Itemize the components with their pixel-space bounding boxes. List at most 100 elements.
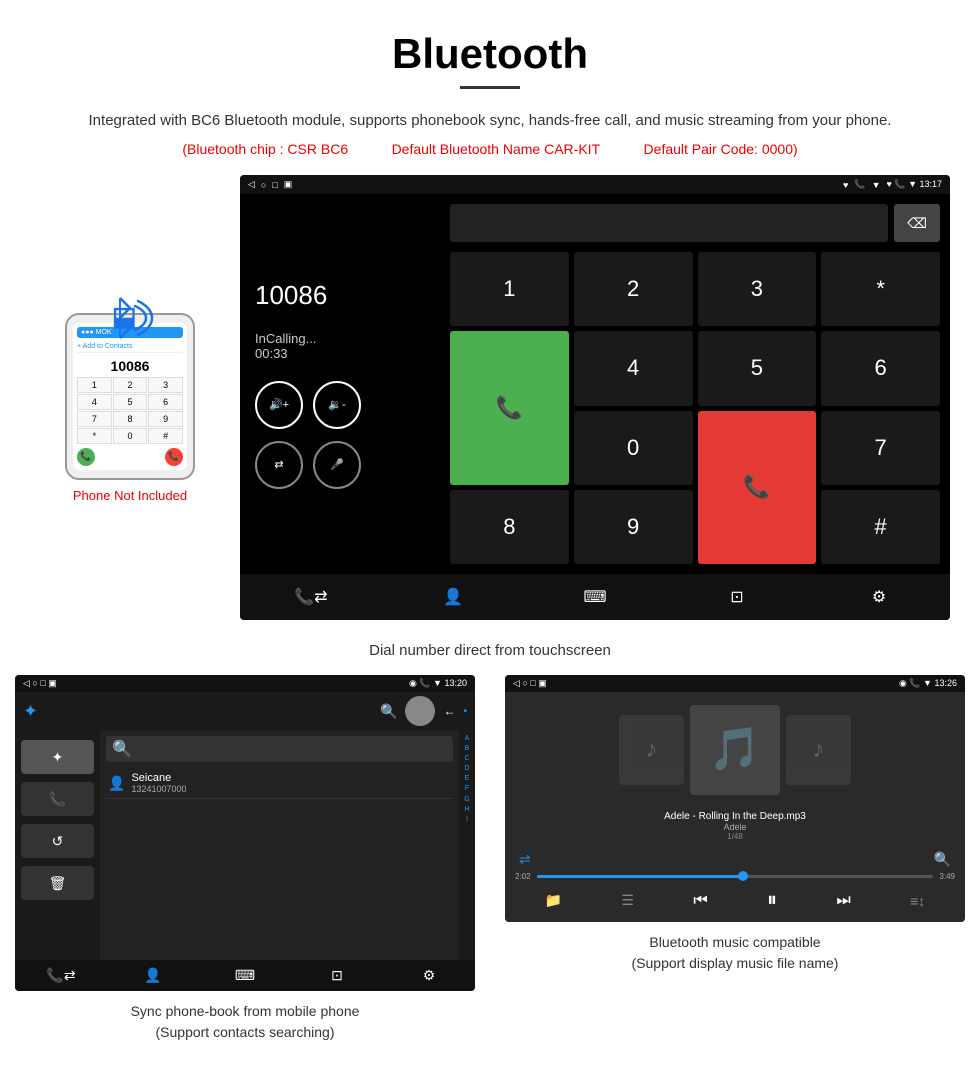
phone-key-hash[interactable]: # (148, 428, 183, 444)
call-red-button[interactable]: 📞 (698, 411, 817, 565)
dial-call-timer: 00:33 (255, 346, 425, 361)
music-eq-icon[interactable]: ≡↕ (910, 893, 925, 909)
phone-key-0[interactable]: 0 (113, 428, 148, 444)
phone-key-5[interactable]: 5 (113, 394, 148, 410)
music-time-current: 2:02 (515, 872, 531, 881)
phone-key-2[interactable]: 2 (113, 377, 148, 393)
dial-call-status: InCalling... (255, 331, 425, 346)
key-7[interactable]: 7 (821, 411, 940, 485)
page-title: Bluetooth (0, 0, 980, 86)
music-search-icon[interactable]: 🔍 (934, 851, 951, 868)
pb-search-icon[interactable]: 🔍 (380, 703, 397, 720)
dial-input-row: ⌫ (450, 204, 940, 242)
key-3[interactable]: 3 (698, 252, 817, 326)
call-green-button[interactable]: 📞 (450, 331, 569, 485)
music-icons-row: ⇌ 🔍 (515, 851, 955, 868)
music-screen: ◁ ○ □ ▣ ◉ 📞 ▼ 13:26 ♪ 🎵 ♪ Adele - Rollin… (505, 675, 965, 922)
scroll-f: F (465, 784, 469, 793)
music-progress-bar[interactable] (537, 875, 934, 878)
music-caption: Bluetooth music compatible (Support disp… (490, 922, 980, 978)
dial-number: 10086 (255, 280, 425, 311)
key-8[interactable]: 8 (450, 490, 569, 564)
album-art-right: ♪ (786, 715, 851, 785)
phone-call-button[interactable]: 📞 (77, 448, 95, 466)
bottom-settings-icon[interactable]: ⚙ (859, 582, 899, 612)
bottom-section: ◁ ○ □ ▣ ◉ 📞 ▼ 13:20 ✦ 🔍 ← • ✦ (0, 675, 980, 1067)
bottom-calls-icon[interactable]: 📞⇄ (291, 582, 331, 612)
key-9[interactable]: 9 (574, 490, 693, 564)
phone-key-3[interactable]: 3 (148, 377, 183, 393)
key-hash[interactable]: # (821, 490, 940, 564)
shuffle-icon[interactable]: ⇌ (519, 851, 531, 868)
dial-bottom-bar: 📞⇄ 👤 ⌨ ⊡ ⚙ (240, 574, 950, 620)
key-star[interactable]: * (821, 252, 940, 326)
screenshot-icon: ▣ (284, 179, 293, 190)
volume-down-button[interactable]: 🔉- (313, 381, 361, 429)
scroll-b: B (465, 744, 470, 753)
mic-button[interactable]: 🎤 (313, 441, 361, 489)
pb-nav-settings[interactable]: ⚙ (411, 967, 447, 984)
backspace-button[interactable]: ⌫ (894, 204, 940, 242)
transfer-button[interactable]: ⇄ (255, 441, 303, 489)
dial-screen-caption: Dial number direct from touchscreen (0, 630, 980, 675)
key-0-round[interactable]: 0 (574, 411, 693, 485)
pb-main: 🔍 👤 Seicane 13241007000 A (100, 730, 475, 960)
pb-phone-btn[interactable]: 📞 (21, 782, 94, 816)
music-item: ◁ ○ □ ▣ ◉ 📞 ▼ 13:26 ♪ 🎵 ♪ Adele - Rollin… (490, 675, 980, 1047)
bottom-contacts-icon[interactable]: 👤 (433, 582, 473, 612)
album-art-main: 🎵 (690, 705, 780, 795)
home-icon: ○ (261, 180, 266, 190)
pb-bluetooth-btn[interactable]: ✦ (21, 740, 94, 774)
phone-key-9[interactable]: 9 (148, 411, 183, 427)
key-4[interactable]: 4 (574, 331, 693, 405)
pb-back-arrow[interactable]: ← (443, 704, 455, 718)
status-bar-left: ◁ ○ □ ▣ (248, 179, 292, 190)
phone-key-star[interactable]: * (77, 428, 112, 444)
music-artist-name: Adele (509, 822, 961, 832)
phone-key-4[interactable]: 4 (77, 394, 112, 410)
key-6[interactable]: 6 (821, 331, 940, 405)
key-5[interactable]: 5 (698, 331, 817, 405)
scroll-i: I (466, 815, 468, 824)
bottom-transfer-icon[interactable]: ⊡ (717, 582, 757, 612)
pb-nav-keypad[interactable]: ⌨ (227, 967, 263, 984)
music-next-icon[interactable]: ⏭ (836, 892, 850, 910)
call-icon: 📞 (854, 179, 865, 190)
pb-nav-bar: 📞⇄ 👤 ⌨ ⊡ ⚙ (15, 960, 475, 991)
pb-delete-btn[interactable]: 🗑 (21, 866, 94, 900)
music-caption-line2: (Support display music file name) (632, 955, 839, 971)
music-play-icon[interactable]: ⏸ (767, 889, 777, 912)
pb-contact-avatar: 👤 (108, 775, 125, 792)
key-1[interactable]: 1 (450, 252, 569, 326)
volume-up-button[interactable]: 🔊+ (255, 381, 303, 429)
phone-end-button[interactable]: 📞 (165, 448, 183, 466)
pb-contact-row[interactable]: 👤 Seicane 13241007000 (106, 768, 453, 799)
pb-bluetooth-icon: ✦ (23, 701, 38, 722)
pb-nav-contacts[interactable]: 👤 (135, 967, 171, 984)
phonebook-screen: ◁ ○ □ ▣ ◉ 📞 ▼ 13:20 ✦ 🔍 ← • ✦ (15, 675, 475, 991)
pb-refresh-btn[interactable]: ↺ (21, 824, 94, 858)
music-prev-icon[interactable]: ⏮ (693, 892, 707, 910)
bluetooth-signal: ⬓ (90, 293, 160, 348)
wifi-icon: ▼ (872, 180, 881, 190)
music-folder-icon[interactable]: 📁 (545, 892, 562, 909)
pb-nav-transfer[interactable]: ⊡ (319, 967, 355, 984)
pb-slider[interactable] (405, 696, 435, 726)
phone-key-8[interactable]: 8 (113, 411, 148, 427)
music-time-total: 3:49 (939, 872, 955, 881)
phone-key-1[interactable]: 1 (77, 377, 112, 393)
pb-caption-line1: Sync phone-book from mobile phone (131, 1003, 360, 1019)
bottom-keypad-icon[interactable]: ⌨ (575, 582, 615, 612)
phone-bottom-buttons: 📞 📞 (77, 448, 183, 466)
music-info: Adele - Rolling In the Deep.mp3 Adele 1/… (505, 807, 965, 845)
scroll-c: C (464, 754, 469, 763)
pb-nav-calls[interactable]: 📞⇄ (43, 967, 79, 984)
music-track-count: 1/48 (509, 832, 961, 841)
time-display: ♥ 📞 ▼ 13:17 (887, 179, 942, 190)
status-bar-right: ♥ 📞 ▼ ♥ 📞 ▼ 13:17 (843, 179, 942, 190)
phone-key-7[interactable]: 7 (77, 411, 112, 427)
location-icon: ♥ (843, 180, 848, 190)
phone-key-6[interactable]: 6 (148, 394, 183, 410)
music-list-icon[interactable]: ☰ (621, 892, 634, 909)
key-2[interactable]: 2 (574, 252, 693, 326)
